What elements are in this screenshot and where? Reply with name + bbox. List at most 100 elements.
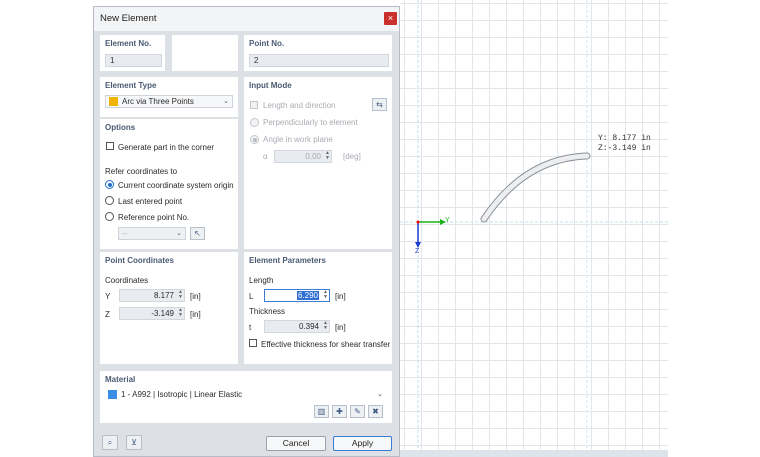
t-unit: [in] <box>335 323 346 332</box>
close-button[interactable]: × <box>384 12 397 25</box>
material-panel: Material 1 - A992 | Isotropic | Linear E… <box>100 371 392 423</box>
coordinate-readout: Y: 8.177 in Z:-3.149 in <box>598 134 651 154</box>
length-field[interactable]: 6.290 ▲ ▼ <box>264 289 330 302</box>
material-select[interactable]: 1 - A992 | Isotropic | Linear Elastic ⌄ <box>105 388 387 401</box>
z-unit: [in] <box>190 310 201 319</box>
reference-point-select[interactable]: -- ⌄ <box>118 227 186 240</box>
blank-panel <box>172 35 238 71</box>
refer-last-point-radio[interactable] <box>105 196 114 205</box>
search-icon[interactable]: ⌕ <box>102 435 118 450</box>
refer-origin-label: Current coordinate system origin <box>118 181 234 190</box>
element-no-panel: Element No. 1 <box>100 35 165 71</box>
angle-plane-radio[interactable] <box>250 135 259 144</box>
angle-plane-label: Angle in work plane <box>263 135 333 144</box>
point-no-field[interactable]: 2 <box>249 54 389 67</box>
readout-y: Y: 8.177 in <box>598 134 651 143</box>
pick-point-icon[interactable]: ↖ <box>190 227 205 240</box>
element-type-select[interactable]: Arc via Three Points ⌄ <box>105 95 233 108</box>
input-mode-panel: Input Mode Length and direction ⇆ Perpen… <box>244 77 392 249</box>
origin-point <box>416 220 420 224</box>
l-label: L <box>249 292 254 301</box>
reference-point-value: -- <box>122 229 128 238</box>
coordinates-label: Coordinates <box>105 276 149 285</box>
options-label: Options <box>105 123 136 132</box>
readout-z: Z:-3.149 in <box>598 144 651 153</box>
delete-material-icon[interactable]: ✖ <box>368 405 383 418</box>
t-label: t <box>249 323 252 332</box>
y-unit: [in] <box>190 292 201 301</box>
alpha-unit: [deg] <box>343 152 361 161</box>
alpha-field[interactable]: 0.00 ▲ ▼ <box>274 150 332 163</box>
options-panel: Options Generate part in the corner Refe… <box>100 119 238 249</box>
generate-corner-checkbox[interactable] <box>106 142 114 150</box>
element-type-label: Element Type <box>105 81 157 90</box>
pick-icon[interactable]: ⊻ <box>126 435 142 450</box>
length-direction-label: Length and direction <box>263 101 336 110</box>
z-value: -3.149 <box>151 309 174 318</box>
element-no-label: Element No. <box>105 39 152 48</box>
element-type-panel: Element Type Arc via Three Points ⌄ <box>100 77 238 117</box>
point-no-label: Point No. <box>249 39 285 48</box>
thickness-value: 0.394 <box>298 322 319 331</box>
swap-direction-icon[interactable]: ⇆ <box>372 98 387 111</box>
alpha-symbol: α <box>263 152 268 161</box>
drawing-canvas[interactable]: Y Z Y: 8.177 in Z:-3.149 in <box>400 0 668 450</box>
refer-reference-point-label: Reference point No. <box>118 213 190 222</box>
refer-reference-point-radio[interactable] <box>105 212 114 221</box>
input-mode-label: Input Mode <box>249 81 292 90</box>
y-coordinate-field[interactable]: 8.177 ▲ ▼ <box>119 289 185 302</box>
spinner-icon[interactable]: ▲ ▼ <box>323 290 328 300</box>
chevron-down-icon: ⌄ <box>377 391 383 398</box>
element-parameters-label: Element Parameters <box>249 256 326 265</box>
y-label: Y <box>105 292 111 301</box>
material-label: Material <box>105 375 136 384</box>
spinner-icon[interactable]: ▲ ▼ <box>325 151 330 161</box>
point-coordinates-label: Point Coordinates <box>105 256 174 265</box>
spinner-icon[interactable]: ▲ ▼ <box>178 290 183 300</box>
y-value: 8.177 <box>153 291 174 300</box>
canvas-graphics <box>400 0 668 450</box>
chevron-down-icon: ⌄ <box>223 98 229 105</box>
refer-coordinates-label: Refer coordinates to <box>105 167 178 176</box>
material-color-icon <box>108 390 117 399</box>
arc-element-outline <box>480 152 591 223</box>
dialog-titlebar[interactable]: New Element × <box>94 7 399 31</box>
spinner-icon[interactable]: ▲ ▼ <box>178 308 183 318</box>
point-coordinates-panel: Point Coordinates Coordinates Y 8.177 ▲ ▼… <box>100 252 238 364</box>
dialog-title: New Element <box>100 13 157 24</box>
thickness-field[interactable]: 0.394 ▲ ▼ <box>264 320 330 333</box>
l-unit: [in] <box>335 292 346 301</box>
refer-last-point-label: Last entered point <box>118 197 183 206</box>
canvas-margin <box>668 0 760 457</box>
new-element-dialog: New Element × Element No. 1 Point No. 2 … <box>93 6 400 457</box>
axis-z-label: Z <box>415 248 420 255</box>
material-value: 1 - A992 | Isotropic | Linear Elastic <box>121 390 243 399</box>
close-icon: × <box>387 13 394 23</box>
chevron-down-icon: ⌄ <box>176 230 182 237</box>
perpendicular-label: Perpendicularly to element <box>263 118 358 127</box>
apply-button[interactable]: Apply <box>333 436 392 451</box>
perpendicular-radio[interactable] <box>250 118 259 127</box>
cancel-button[interactable]: Cancel <box>266 436 326 451</box>
point-no-panel: Point No. 2 <box>244 35 392 71</box>
spinner-icon[interactable]: ▲ ▼ <box>323 321 328 331</box>
alpha-value: 0.00 <box>305 152 321 161</box>
length-label: Length <box>249 276 274 285</box>
arc-type-icon <box>109 97 118 106</box>
length-direction-checkbox[interactable] <box>250 101 258 109</box>
axis-y-label: Y <box>445 217 450 224</box>
z-coordinate-field[interactable]: -3.149 ▲ ▼ <box>119 307 185 320</box>
edit-material-icon[interactable]: ✎ <box>350 405 365 418</box>
generate-corner-label: Generate part in the corner <box>118 143 215 152</box>
canvas-scrollbar[interactable] <box>400 450 668 457</box>
effective-thickness-checkbox[interactable] <box>249 339 257 347</box>
element-no-field[interactable]: 1 <box>105 54 162 67</box>
z-label: Z <box>105 310 110 319</box>
effective-thickness-label: Effective thickness for shear transfer <box>261 340 391 349</box>
material-library-icon[interactable]: ▥ <box>314 405 329 418</box>
length-value: 6.290 <box>296 291 319 300</box>
element-parameters-panel: Element Parameters Length L 6.290 ▲ ▼ [in… <box>244 252 392 364</box>
arc-element-fill <box>481 153 590 222</box>
new-material-icon[interactable]: ✚ <box>332 405 347 418</box>
refer-origin-radio[interactable] <box>105 180 114 189</box>
